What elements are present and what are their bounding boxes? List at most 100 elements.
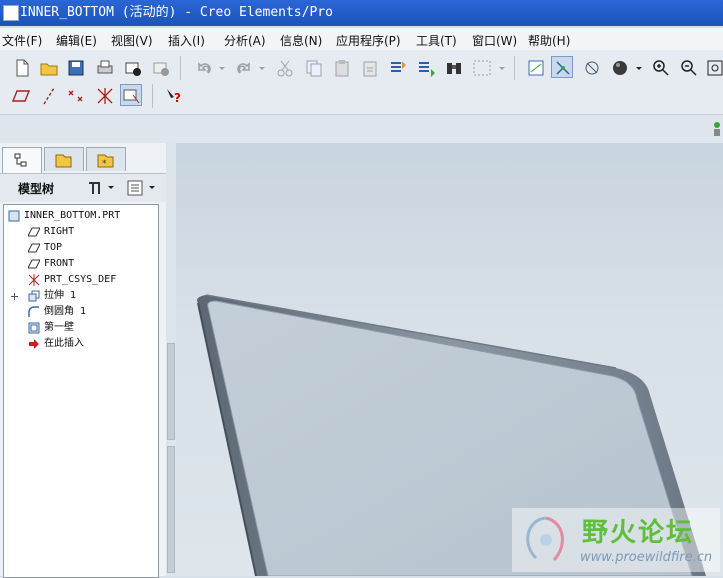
chevron-down-icon — [219, 67, 225, 70]
context-help-button[interactable]: ? — [162, 84, 184, 106]
zoom-out-button[interactable] — [677, 56, 699, 78]
chevron-down-icon — [499, 67, 505, 70]
app-icon — [3, 5, 19, 21]
datum-point-tool-button[interactable] — [64, 84, 86, 106]
spin-center-toggle[interactable] — [551, 56, 573, 78]
forum-logo-icon — [526, 516, 564, 562]
menu-window[interactable]: 窗口(W) — [472, 32, 517, 49]
paste-special-icon — [363, 61, 377, 77]
tree-item-label: 拉伸 1 — [44, 290, 77, 301]
binoculars-icon — [447, 63, 461, 74]
dashed-select-box-icon — [473, 60, 491, 76]
select-dropdown[interactable] — [494, 56, 508, 78]
scissors-icon — [277, 60, 293, 77]
new-file-icon — [16, 59, 29, 77]
tree-settings-button[interactable] — [86, 178, 118, 198]
datum-axis-tool-button[interactable] — [37, 84, 59, 106]
regenerate-manager-button[interactable] — [414, 56, 436, 78]
undo-arrow-icon — [198, 62, 211, 74]
menu-analysis[interactable]: 分析(A) — [224, 32, 266, 49]
zoom-in-icon — [653, 60, 669, 76]
extrude-icon — [28, 290, 40, 302]
zoom-in-button[interactable] — [649, 56, 671, 78]
sketch-button[interactable] — [524, 56, 546, 78]
paste-special-button[interactable] — [358, 56, 380, 78]
chevron-down-icon — [259, 67, 265, 70]
show-list-icon — [127, 180, 155, 196]
csys-tool-button[interactable] — [93, 84, 115, 106]
datum-display-icon — [123, 89, 140, 104]
menu-bar: 文件(F) 编辑(E) 视图(V) 插入(I) 分析(A) 信息(N) 应用程序… — [0, 28, 723, 50]
cut-button[interactable] — [273, 56, 295, 78]
undo-dropdown[interactable] — [215, 56, 227, 78]
datum-plane-icon — [27, 242, 41, 254]
part-icon — [8, 210, 20, 222]
shell-icon — [28, 322, 40, 334]
appearance-button[interactable] — [608, 56, 630, 78]
tab-folder-browser[interactable] — [44, 147, 84, 171]
sash-grip[interactable] — [167, 343, 175, 440]
tree-item-label: PRT_CSYS_DEF — [44, 274, 117, 285]
tree-item-label: 倒圆角 1 — [44, 306, 87, 317]
save-disk-icon — [68, 60, 84, 76]
orient-mode-icon — [585, 61, 599, 75]
tree-item-label: 第一壁 — [44, 322, 74, 333]
redo-dropdown[interactable] — [255, 56, 267, 78]
find-button[interactable] — [442, 56, 464, 78]
sash-grip[interactable] — [167, 446, 175, 573]
paste-button[interactable] — [330, 56, 352, 78]
datum-plane-tool-button[interactable] — [10, 84, 32, 106]
redo-arrow-icon — [237, 62, 250, 74]
insert-here-arrow-icon — [28, 338, 40, 350]
menu-edit[interactable]: 编辑(E) — [56, 32, 97, 49]
tree-show-button[interactable] — [126, 178, 160, 198]
open-file-button[interactable] — [37, 56, 59, 78]
redo-button[interactable] — [232, 56, 254, 78]
toolbar-separator — [180, 56, 181, 80]
menu-applications[interactable]: 应用程序(P) — [336, 32, 401, 49]
email-send-button[interactable] — [121, 56, 143, 78]
datum-axis-tool-icon — [43, 87, 55, 105]
context-help-icon: ? — [167, 89, 181, 105]
watermark-url: www.proewildfire.cn — [580, 550, 713, 565]
select-box-button[interactable] — [470, 56, 492, 78]
copy-button[interactable] — [302, 56, 324, 78]
favorites-folder-icon: * — [97, 154, 114, 169]
toolbar-area: ? — [0, 50, 723, 115]
email-link-button[interactable] — [149, 56, 171, 78]
tab-favorites[interactable]: * — [86, 147, 126, 171]
undo-button[interactable] — [192, 56, 214, 78]
regenerate-button[interactable] — [386, 56, 408, 78]
navigator-panel: * 模型树 INNER_BOTTOM.PRT RIGHT TOP FRONT P… — [0, 143, 167, 578]
regenerate-icon — [391, 61, 406, 72]
menu-file[interactable]: 文件(F) — [2, 32, 42, 49]
open-folder-icon — [40, 63, 58, 76]
navigator-tabs: * — [0, 147, 166, 173]
datum-display-toggle[interactable] — [120, 84, 142, 106]
save-button[interactable] — [64, 56, 86, 78]
appearance-dropdown[interactable] — [632, 56, 644, 78]
menu-insert[interactable]: 插入(I) — [168, 32, 205, 49]
tab-model-tree[interactable] — [2, 147, 42, 173]
orient-mode-button[interactable] — [580, 56, 602, 78]
round-icon — [28, 306, 40, 318]
menu-tools[interactable]: 工具(T) — [416, 32, 457, 49]
tree-item-label: 在此插入 — [44, 338, 84, 349]
traffic-light-icon — [712, 121, 722, 137]
expand-plus-icon[interactable] — [10, 291, 19, 300]
print-button[interactable] — [93, 56, 115, 78]
menu-view[interactable]: 视图(V) — [111, 32, 153, 49]
chevron-down-icon — [636, 67, 642, 70]
svg-text:*: * — [102, 159, 107, 169]
model-tree: INNER_BOTTOM.PRT RIGHT TOP FRONT PRT_CSY… — [3, 204, 159, 578]
new-file-button[interactable] — [10, 56, 32, 78]
csys-tool-icon — [97, 88, 113, 104]
send-mail-icon — [125, 62, 141, 76]
refit-button[interactable] — [703, 56, 723, 78]
datum-plane-icon — [27, 226, 41, 238]
menu-info[interactable]: 信息(N) — [280, 32, 322, 49]
panel-sash[interactable] — [166, 143, 176, 576]
sketch-icon — [528, 60, 544, 76]
mail-link-icon — [153, 62, 169, 76]
menu-help[interactable]: 帮助(H) — [528, 32, 570, 49]
